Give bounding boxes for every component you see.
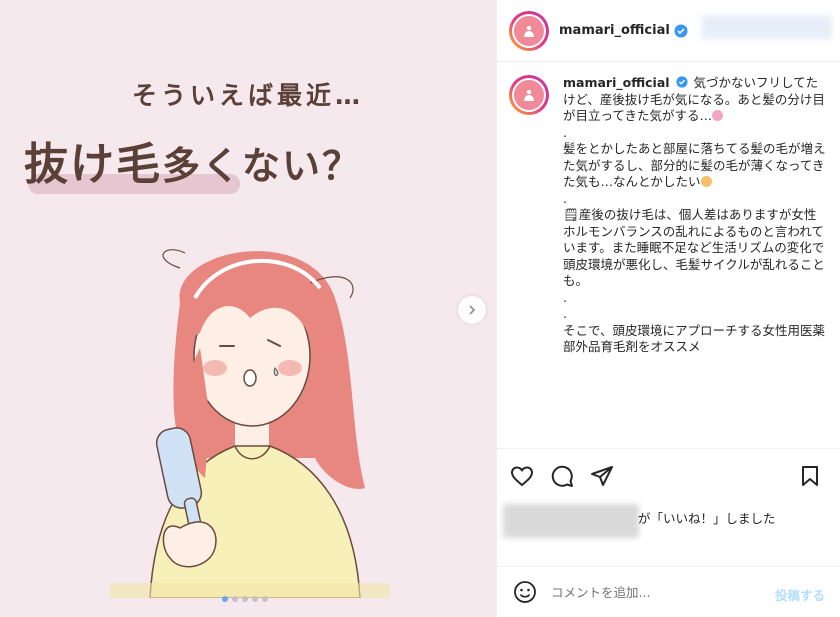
instagram-post: そういえば最近… 抜け毛多くない？ mamari_official mamari… — [0, 0, 840, 617]
headline-big: 抜け毛 — [24, 139, 162, 190]
chevron-right-icon — [469, 305, 476, 315]
brand-logo-icon — [524, 25, 534, 37]
caption-separator: . — [563, 306, 567, 321]
share-button[interactable] — [589, 463, 615, 489]
caption-separator: . — [563, 124, 567, 140]
caption-avatar[interactable] — [509, 75, 549, 115]
avatar[interactable] — [509, 10, 549, 51]
bookmark-icon — [802, 466, 818, 486]
save-button[interactable] — [797, 463, 823, 489]
image-kicker-text: そういえば最近… — [131, 81, 364, 110]
emoji-smiley-icon[interactable] — [513, 580, 537, 604]
carousel-dot — [252, 596, 258, 602]
carousel-dot — [242, 596, 248, 602]
post-header: mamari_official — [497, 0, 840, 62]
caption-separator: . — [563, 289, 567, 305]
carousel-indicator — [222, 596, 268, 602]
paper-plane-icon — [591, 466, 613, 486]
worried-face-icon — [700, 176, 712, 187]
carousel-dot — [222, 596, 228, 602]
caption-text: mamari_official 気づかないフリしてたけど、産後抜け毛が気になる。… — [563, 75, 827, 448]
image-headline: 抜け毛多くない？ — [24, 128, 474, 198]
carousel-dot — [262, 596, 268, 602]
post-details-panel: mamari_official mamari_official 気づかないフリし… — [496, 0, 840, 617]
caption-separator: . — [563, 190, 567, 206]
comment-button[interactable] — [549, 463, 575, 489]
caption-username[interactable]: mamari_official — [563, 75, 670, 90]
post-comment-button[interactable]: 投稿する — [775, 585, 825, 604]
comment-bubble-icon — [551, 465, 573, 487]
verified-badge-icon — [675, 76, 688, 88]
carousel-next-button[interactable] — [458, 296, 486, 324]
comment-bar: 投稿する — [497, 566, 840, 617]
heart-icon — [510, 466, 534, 487]
redacted-header-area — [702, 15, 832, 39]
caption-paragraph-3: 🗒産後の抜け毛は、個人差はありますが女性ホルモンバランスの乱れによるものと言われ… — [563, 207, 825, 288]
caption-section: mamari_official 気づかないフリしてたけど、産後抜け毛が気になる。… — [497, 63, 840, 448]
post-image[interactable]: そういえば最近… 抜け毛多くない？ — [0, 0, 496, 617]
carousel-dot — [232, 596, 238, 602]
verified-badge-icon — [674, 24, 688, 37]
crying-face-icon — [712, 110, 724, 121]
headline-small: 多くない？ — [162, 144, 363, 188]
post-actions-bar — [497, 448, 840, 508]
woman-brushing-hair-illustration — [110, 249, 390, 598]
brand-logo-icon — [524, 89, 534, 101]
redacted-liker-name — [503, 504, 639, 538]
comment-input[interactable] — [551, 584, 751, 600]
caption-paragraph-4: そこで、頭皮環境にアプローチする女性用医薬部外品育毛剤をオススメ — [563, 322, 826, 355]
like-button[interactable] — [509, 463, 535, 489]
caption-paragraph-2: 髪をとかしたあと部屋に落ちてる髪の毛が増えた気がするし、部分的に髪の毛が薄くなっ… — [563, 141, 826, 189]
likes-summary: が「いいね！」しました — [497, 500, 840, 538]
likes-text: が「いいね！」しました — [638, 511, 776, 526]
header-username[interactable]: mamari_official — [559, 23, 670, 38]
